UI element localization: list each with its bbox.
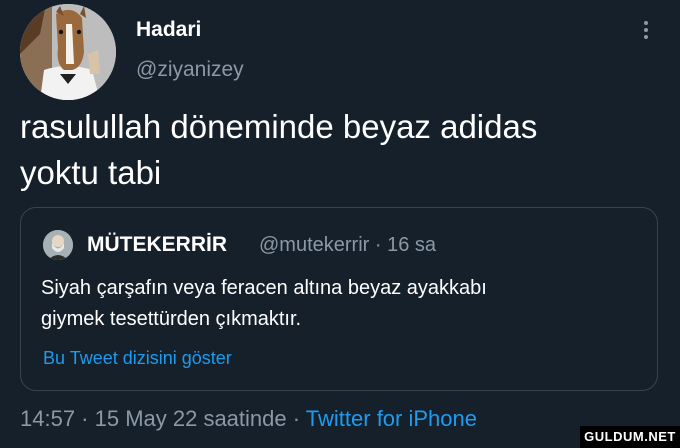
bearded-man-avatar-icon (43, 230, 73, 260)
quoted-meta: @mutekerrir · 16 sa (259, 234, 436, 257)
quoted-author-name[interactable]: MÜTEKERRİR (87, 233, 227, 257)
horse-mask-avatar-icon (20, 4, 116, 100)
vertical-dots-icon (636, 21, 656, 39)
author-handle[interactable]: @ziyanizey (136, 58, 244, 82)
footer-separator: · (292, 406, 301, 431)
watermark: GULDUM.NET (580, 426, 680, 448)
tweet-timestamp[interactable]: 14:57 · 15 May 22 saatinde (20, 406, 287, 431)
quoted-author-avatar[interactable] (43, 230, 73, 260)
meta-separator: · (374, 234, 382, 256)
author-avatar[interactable] (20, 4, 116, 100)
show-thread-link[interactable]: Bu Tweet dizisini göster (43, 348, 232, 369)
quoted-tweet-text: Siyah çarşafın veya feracen altına beyaz… (41, 277, 487, 330)
tweet-source-link[interactable]: Twitter for iPhone (306, 406, 477, 431)
tweet-text: rasulullah döneminde beyaz adidas yoktu … (20, 108, 538, 191)
author-name[interactable]: Hadari (136, 18, 201, 42)
more-options-button[interactable] (636, 18, 656, 44)
quoted-author-handle[interactable]: @mutekerrir (259, 234, 369, 256)
tweet-footer: 14:57 · 15 May 22 saatinde · Twitter for… (20, 406, 477, 432)
quoted-time[interactable]: 16 sa (387, 234, 436, 256)
quoted-tweet[interactable]: MÜTEKERRİR @mutekerrir · 16 sa Siyah çar… (20, 207, 658, 391)
